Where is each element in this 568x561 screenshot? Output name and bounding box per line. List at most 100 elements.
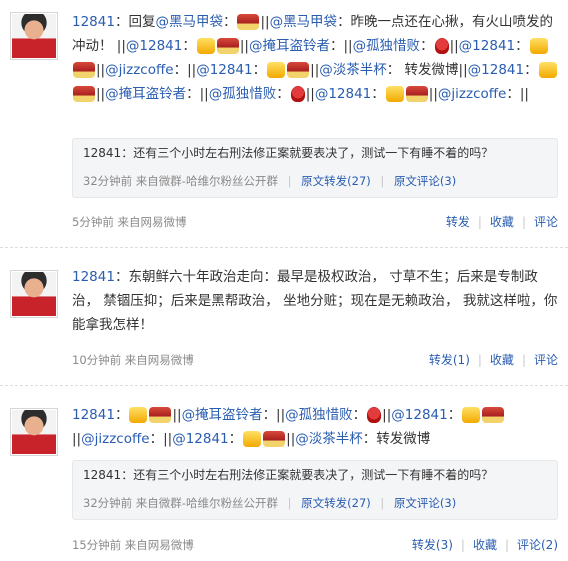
- post-time[interactable]: 15分钟前: [72, 538, 121, 552]
- drum-emoji-icon: [263, 431, 286, 447]
- comment-button[interactable]: 评论: [534, 353, 558, 367]
- mention-link[interactable]: @掩耳盗铃者: [105, 86, 186, 102]
- text: ||: [428, 86, 438, 102]
- mention-link[interactable]: @12841: [126, 38, 182, 54]
- post-time[interactable]: 10分钟前: [72, 353, 121, 367]
- quoted-source[interactable]: 来自微群-哈维尔粉丝公开群: [136, 496, 278, 510]
- mention-link[interactable]: @淡茶半杯: [295, 431, 363, 447]
- text: ：回复: [114, 14, 156, 30]
- mention-link[interactable]: @jizzcoffe: [105, 62, 173, 78]
- mention-link[interactable]: @孤独惜败: [285, 407, 353, 423]
- text: ||: [172, 407, 182, 423]
- quoted-time[interactable]: 32分钟前: [83, 496, 132, 510]
- mention-link[interactable]: @12841: [315, 86, 371, 102]
- text: ||: [449, 38, 459, 54]
- favorite-button[interactable]: 收藏: [490, 215, 514, 229]
- quoted-time[interactable]: 32分钟前: [83, 174, 132, 188]
- post-source[interactable]: 来自网易微博: [117, 215, 186, 229]
- text: ：||: [186, 86, 209, 102]
- comment-button[interactable]: 评论: [534, 215, 558, 229]
- post-actions: 转发(3) | 收藏 | 评论(2): [411, 538, 558, 552]
- repost-button[interactable]: 转发(3): [412, 538, 453, 552]
- text: ：: [420, 38, 434, 54]
- avatar-image: [12, 410, 56, 454]
- mention-link[interactable]: @12841: [196, 62, 252, 78]
- face-emoji-icon: [462, 407, 481, 423]
- text: ：: [352, 407, 367, 423]
- username-link[interactable]: 12841: [72, 14, 115, 30]
- text: ： 转发微博||: [386, 62, 468, 78]
- mention-link[interactable]: @淡茶半杯: [319, 62, 387, 78]
- mention-link[interactable]: @12841: [391, 407, 447, 423]
- favorite-button[interactable]: 收藏: [473, 538, 497, 552]
- text: ||: [96, 62, 106, 78]
- face-emoji-icon: [529, 38, 548, 54]
- quoted-meta: 32分钟前 来自微群-哈维尔粉丝公开群 | 原文转发(27) | 原文评论(3): [83, 496, 457, 510]
- drum-emoji-icon: [73, 62, 95, 78]
- mention-link[interactable]: @孤独惜败: [353, 38, 421, 54]
- mention-link[interactable]: @12841: [468, 62, 524, 78]
- mention-link[interactable]: @jizzcoffe: [438, 86, 506, 102]
- face-emoji-icon: [267, 62, 286, 78]
- drum-emoji-icon: [482, 407, 505, 423]
- text: ：: [222, 14, 237, 30]
- mention-link[interactable]: @掩耳盗铃者: [182, 407, 263, 423]
- drum-emoji-icon: [287, 62, 310, 78]
- username-link[interactable]: 12841: [72, 269, 115, 285]
- text: ：||: [329, 38, 353, 54]
- text: ||: [305, 86, 315, 102]
- quoted-post: 12841：还有三个小时左右刑法修正案就要表决了，测试一下有睡不着的吗？ 32分…: [72, 138, 558, 198]
- mention-link[interactable]: @掩耳盗铃者: [249, 38, 330, 54]
- red-balloon-emoji-icon: [290, 86, 305, 102]
- quoted-text: 12841：还有三个小时左右刑法修正案就要表决了，测试一下有睡不着的吗？: [83, 465, 547, 485]
- text: ：: [252, 62, 267, 78]
- post-source[interactable]: 来自网易微博: [125, 353, 194, 367]
- post-divider: [0, 247, 568, 248]
- face-emoji-icon: [538, 62, 557, 78]
- quoted-body: ：还有三个小时左右刑法修正案就要表决了，测试一下有睡不着的吗？: [121, 146, 494, 160]
- quoted-text: 12841：还有三个小时左右刑法修正案就要表决了，测试一下有睡不着的吗？: [83, 143, 547, 163]
- face-emoji-icon: [196, 38, 215, 54]
- avatar[interactable]: [10, 270, 58, 318]
- mention-link[interactable]: @黑马甲袋: [270, 14, 338, 30]
- avatar[interactable]: [10, 12, 58, 60]
- text: ||: [96, 86, 106, 102]
- avatar[interactable]: [10, 408, 58, 456]
- text: ||: [260, 14, 270, 30]
- quoted-username-link[interactable]: 12841: [83, 146, 121, 160]
- avatar-image: [12, 272, 56, 316]
- username-link[interactable]: 12841: [72, 407, 115, 423]
- mention-link[interactable]: @12841: [459, 38, 515, 54]
- text: ：: [228, 431, 243, 447]
- mention-link[interactable]: @孤独惜败: [209, 86, 277, 102]
- mention-link[interactable]: @黑马甲袋: [155, 14, 223, 30]
- quoted-username-link[interactable]: 12841: [83, 468, 121, 482]
- post-actions: 转发 | 收藏 | 评论: [445, 215, 558, 229]
- text: ||: [239, 38, 249, 54]
- mention-link[interactable]: @jizzcoffe: [81, 431, 149, 447]
- post-source[interactable]: 来自网易微博: [125, 538, 194, 552]
- post-time[interactable]: 5分钟前: [72, 215, 114, 229]
- mention-link[interactable]: @12841: [172, 431, 228, 447]
- drum-emoji-icon: [216, 38, 239, 54]
- repost-button[interactable]: 转发(1): [429, 353, 470, 367]
- quoted-repost-link[interactable]: 原文转发(27): [301, 496, 371, 510]
- text: ：||: [262, 407, 286, 423]
- face-emoji-icon: [385, 86, 404, 102]
- quoted-repost-link[interactable]: 原文转发(27): [301, 174, 371, 188]
- text: ：转发微博: [362, 431, 431, 447]
- text: ：: [515, 38, 529, 54]
- quoted-post: 12841：还有三个小时左右刑法修正案就要表决了，测试一下有睡不着的吗？ 32分…: [72, 460, 558, 520]
- text: ：: [447, 407, 462, 423]
- text: ：||: [506, 86, 529, 102]
- quoted-comment-link[interactable]: 原文评论(3): [394, 496, 456, 510]
- comment-button[interactable]: 评论(2): [517, 538, 558, 552]
- quoted-source[interactable]: 来自微群-哈维尔粉丝公开群: [136, 174, 278, 188]
- face-emoji-icon: [129, 407, 148, 423]
- drum-emoji-icon: [237, 14, 260, 30]
- text: ：||: [149, 431, 173, 447]
- face-emoji-icon: [243, 431, 262, 447]
- favorite-button[interactable]: 收藏: [490, 353, 514, 367]
- quoted-comment-link[interactable]: 原文评论(3): [394, 174, 456, 188]
- repost-button[interactable]: 转发: [446, 215, 470, 229]
